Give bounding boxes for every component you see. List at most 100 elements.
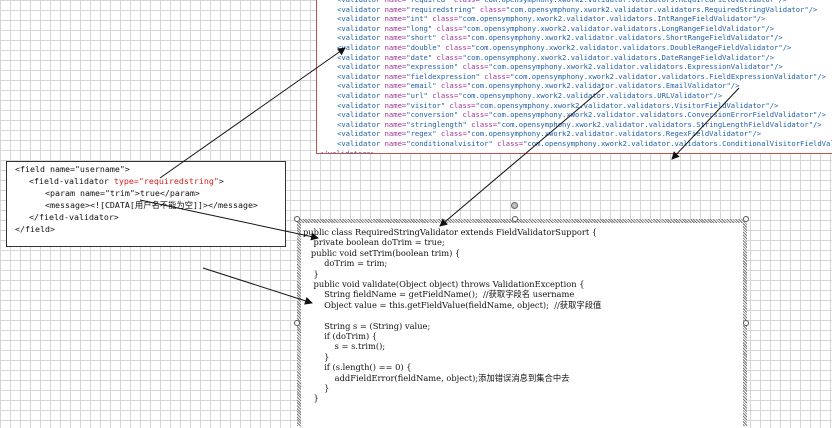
validator-attr-value: "com.opensymphony.xwork2.validator.valid… xyxy=(510,71,827,81)
xml-field-validator-open: <field-validator type="requiredstring"> xyxy=(29,175,224,187)
validators-definition-panel: <validator name="required" class="com.op… xyxy=(316,0,832,154)
validator-attr-value: "int" xyxy=(406,14,428,24)
validator-attr-value: "com.opensymphony.xwork2.validator.valid… xyxy=(462,52,775,62)
validator-token: <validator xyxy=(337,14,381,24)
validator-attr-name: name= xyxy=(385,0,407,4)
xml-field-close: </field> xyxy=(15,224,55,234)
validator-line: <validator name="requiredstring" class="… xyxy=(337,5,817,15)
validator-attr-value: "date" xyxy=(406,52,433,62)
validator-attr-name: class= xyxy=(462,62,489,72)
code-line: public class RequiredStringValidator ext… xyxy=(303,227,598,237)
validator-attr-value: "com.opensymphony.xwork2.validator.valid… xyxy=(475,100,779,110)
xml-tag-close-bracket: > xyxy=(218,176,224,186)
validator-attr-value: "com.opensymphony.xwork2.validator.valid… xyxy=(523,139,832,148)
validator-line: <validator name="date" class="com.opensy… xyxy=(337,53,774,63)
validator-attr-name: name= xyxy=(384,33,407,43)
validator-attr-value: "com.opensymphony.xwork2.validator.valid… xyxy=(466,81,740,91)
code-line: Object value = this.getFieldValue(fieldN… xyxy=(303,299,602,310)
code-line: String fieldName = getFieldName(); //获取字… xyxy=(303,289,575,300)
validator-attr-name: class= xyxy=(436,23,463,33)
validator-attr-name: name= xyxy=(384,129,407,139)
validator-attr-value: "short" xyxy=(406,33,437,43)
validator-token: <validator xyxy=(337,43,381,52)
resize-handle-top-center[interactable] xyxy=(512,216,518,222)
resize-handle-top-left[interactable] xyxy=(294,216,300,222)
rotate-handle[interactable] xyxy=(511,202,518,209)
validator-token: <validator xyxy=(337,129,381,139)
validator-attr-value: "requiredstring" xyxy=(406,4,476,14)
code-line: public void setTrim(boolean trim) { xyxy=(303,247,461,258)
validator-attr-value: "required" xyxy=(406,0,449,4)
xml-field-validator-tag: <field-validator xyxy=(29,176,114,186)
code-line: if (s.length() == 0) { xyxy=(303,362,412,373)
validators-closing-tag: </validators> xyxy=(319,148,376,154)
validator-token: <validator xyxy=(337,23,381,33)
validator-line: <validator name="double" class="com.open… xyxy=(337,43,791,53)
validator-attr-value: "com.opensymphony.xwork2.validator.valid… xyxy=(471,43,792,52)
validator-attr-value: "conversion" xyxy=(406,110,459,120)
code-line: private boolean doTrim = true; xyxy=(303,237,445,248)
validator-attr-name: name= xyxy=(384,110,407,120)
code-line: } xyxy=(303,393,319,404)
xml-field-validator-close: </field-validator> xyxy=(29,212,119,222)
validator-line: <validator name="stringlength" class="co… xyxy=(337,120,822,130)
validator-token: <validator xyxy=(337,62,381,72)
validator-attr-value: "com.opensymphony.xwork2.validator.valid… xyxy=(497,119,822,129)
validator-attr-value: "com.opensymphony.xwork2.validator.valid… xyxy=(466,129,762,139)
xml-param-trim: <param name="trim">true</param> xyxy=(45,188,200,198)
validator-attr-name: class= xyxy=(440,33,467,43)
validator-attr-value: "com.opensymphony.xwork2.validator.valid… xyxy=(458,91,723,100)
validator-attr-value: "long" xyxy=(406,23,433,33)
validator-token: <validator xyxy=(337,139,381,148)
validator-attr-name: class= xyxy=(440,81,467,91)
validator-attr-value: "conditionalvisitor" xyxy=(406,139,493,148)
validator-attr-value: "stringlength" xyxy=(406,119,467,129)
validator-attr-name: name= xyxy=(384,71,407,81)
validator-token: <validator xyxy=(337,119,381,129)
validator-line: <validator name="email" class="com.opens… xyxy=(337,81,739,91)
validator-attr-name: class= xyxy=(449,100,476,110)
validator-token: <validator xyxy=(337,91,381,100)
code-line: } xyxy=(303,351,330,362)
validator-line: <validator name="expression" class="com.… xyxy=(337,62,783,72)
validator-line: <validator name="regex" class="com.opens… xyxy=(337,129,761,139)
validator-attr-name: name= xyxy=(384,52,407,62)
validator-attr-name: name= xyxy=(384,23,407,33)
validator-attr-value: "com.opensymphony.xwork2.validator.valid… xyxy=(488,62,783,72)
code-line: s = s.trim(); xyxy=(303,341,386,352)
validator-attr-name: name= xyxy=(384,119,407,129)
resize-handle-top-right[interactable] xyxy=(743,216,749,222)
validator-attr-name: class= xyxy=(432,91,459,100)
validator-attr-name: class= xyxy=(432,14,459,24)
resize-handle-middle-right[interactable] xyxy=(743,320,749,326)
validator-attr-name: name= xyxy=(384,139,407,148)
validator-attr-value: "expression" xyxy=(406,62,459,72)
validator-attr-name: name= xyxy=(384,14,407,24)
validator-attr-name: name= xyxy=(384,100,407,110)
validator-attr-name: name= xyxy=(384,91,407,100)
validator-attr-name: class= xyxy=(462,110,489,120)
resize-handle-middle-left[interactable] xyxy=(294,320,300,326)
validator-token: <validator xyxy=(337,4,381,14)
validator-token: <validator xyxy=(337,33,381,43)
validator-attr-name: class= xyxy=(471,119,498,129)
validator-token: <validator xyxy=(337,100,381,110)
validator-attr-value: "double" xyxy=(406,43,441,52)
validator-attr-name: name= xyxy=(384,62,407,72)
validator-attr-value: "com.opensymphony.xwork2.validator.valid… xyxy=(488,110,827,120)
arrow-to-validate xyxy=(202,267,313,305)
code-line: } xyxy=(303,383,330,393)
code-line: doTrim = trim; xyxy=(303,258,388,269)
xml-validator-type: type="requiredstring" xyxy=(113,176,219,186)
validator-attr-name: class= xyxy=(484,71,511,81)
validator-line: <validator name="long" class="com.opensy… xyxy=(337,24,774,34)
validator-attr-value: "com.opensymphony.xwork2.validator.valid… xyxy=(462,23,775,33)
validator-attr-name: class= xyxy=(497,139,524,148)
code-line: if (doTrim) { xyxy=(303,331,378,341)
validator-attr-name: class= xyxy=(479,4,506,14)
code-line: public void validate(Object object) thro… xyxy=(303,279,585,289)
xml-message: <message><![CDATA[用户名不能为空]]></message> xyxy=(45,200,258,210)
code-line: addFieldError(fieldName, object);添加错误消息到… xyxy=(303,372,570,383)
validator-attr-value: "regex" xyxy=(406,129,437,139)
validator-attr-value: "url" xyxy=(406,91,428,100)
